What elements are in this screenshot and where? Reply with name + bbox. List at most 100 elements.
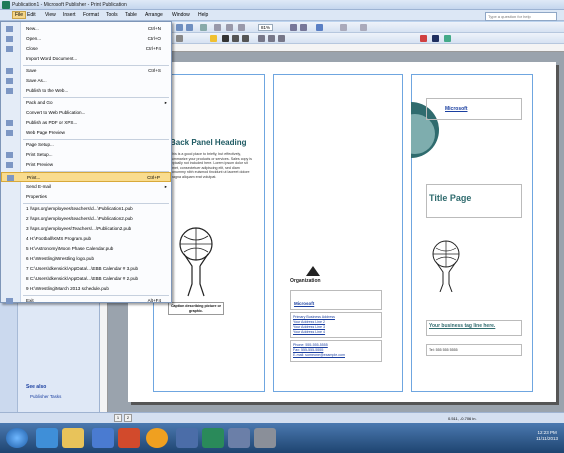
shadow-icon[interactable] [444, 35, 451, 42]
app-icon-1[interactable] [176, 428, 198, 448]
format-icon[interactable] [360, 24, 367, 31]
publisher-app-icon[interactable] [2, 1, 10, 9]
file-menu-item-print[interactable]: Print... Ctrl+P [1, 172, 171, 182]
menu-item-label: Open... [26, 36, 42, 41]
file-menu-item-3-sps-org-employees-teachers-publication[interactable]: 3 \\sps.org\employees\Teachers\...\Publi… [1, 224, 171, 234]
menu-item-label: Properties [26, 194, 47, 199]
menu-help[interactable]: Help [198, 12, 208, 18]
menu-item-label: Publish to the Web... [26, 88, 69, 93]
file-menu-item-new[interactable]: New... Ctrl+N [1, 24, 171, 34]
design-icon[interactable] [340, 24, 347, 31]
file-menu-item-close[interactable]: Close Ctrl+F4 [1, 44, 171, 54]
file-menu-item-4-h-football-kms-program-pub[interactable]: 4 H:\Football\KMS Program.pub [1, 234, 171, 244]
font-box[interactable] [176, 35, 183, 42]
company-name-box-front[interactable]: Microsoft [426, 98, 522, 120]
start-button[interactable] [6, 428, 28, 448]
back-panel-body[interactable]: This is a good place to briefly, but eff… [170, 152, 256, 214]
image-caption[interactable]: Caption describing picture or graphic. [168, 302, 224, 316]
menu-file[interactable]: File [12, 11, 27, 19]
file-menu-item-open[interactable]: Open... Ctrl+O [1, 34, 171, 44]
align-center-icon[interactable] [268, 35, 275, 42]
explorer-icon[interactable] [62, 428, 84, 448]
media-player-icon[interactable] [92, 428, 114, 448]
clock-date: 11/11/2013 [536, 436, 558, 441]
file-menu-item-1-sps-org-employees-teachers-d-publicati[interactable]: 1 \\sps.org\employees\teachers\d...\Publ… [1, 204, 171, 214]
file-menu-item-exit[interactable]: Exit Alt+F4 [1, 296, 171, 306]
front-globe-image[interactable] [428, 238, 464, 292]
menu-window[interactable]: Window [172, 12, 190, 18]
file-menu-item-5-h-astronomy-moon-phase-calendar-pub[interactable]: 5 H:\Astronomy\Moon Phase Calendar.pub [1, 244, 171, 254]
menu-arrange[interactable]: Arrange [145, 12, 163, 18]
organization-name[interactable]: Organization [290, 278, 321, 284]
file-menu-item-9-h-wrestling-march-2013-schedule-pub[interactable]: 9 H:\Wrestling\March 2013 schedule.pub [1, 284, 171, 294]
bold-icon[interactable] [222, 35, 229, 42]
windows-taskbar: 12:23 PM 11/11/2013 [0, 423, 564, 453]
file-menu-item-6-h-wrestling-wrestling-logo-pub[interactable]: 6 H:\Wrestling\Wrestling logo.pub [1, 254, 171, 264]
align-left-icon[interactable] [258, 35, 265, 42]
file-menu-item-publish-to-the-web[interactable]: Publish to the Web... [1, 86, 171, 96]
underline-icon[interactable] [242, 35, 249, 42]
title-page-box[interactable]: Title Page [426, 184, 522, 218]
tel-box[interactable]: Tel: 555 555 5555 [426, 344, 522, 356]
ie-icon[interactable] [36, 428, 58, 448]
file-menu-item-8-c-users-dkensick-appdata-ebb-calendar-[interactable]: 8 C:\Users\dkensick\AppData\...\EBB Cale… [1, 274, 171, 284]
address-box[interactable]: Primary Business Address Your Address Li… [290, 312, 382, 338]
redo-icon[interactable] [186, 24, 193, 31]
publisher-taskbar-icon[interactable] [202, 428, 224, 448]
chrome-icon[interactable] [146, 428, 168, 448]
menu-item-label: Save As... [26, 78, 47, 83]
help-icon[interactable] [316, 24, 323, 31]
app-icon-2[interactable] [228, 428, 250, 448]
publication-page[interactable]: Back Panel Heading This is a good place … [128, 62, 556, 402]
paragraph-icon[interactable] [238, 24, 245, 31]
file-menu-item-properties[interactable]: Properties [1, 192, 171, 202]
file-menu-item-convert-to-web-publication[interactable]: Convert to Web Publication... [1, 108, 171, 118]
file-menu-item-page-setup[interactable]: Page Setup... [1, 140, 171, 150]
menu-table[interactable]: Table [125, 12, 137, 18]
fill-color-icon[interactable] [210, 35, 217, 42]
back-panel-heading[interactable]: Back Panel Heading [170, 138, 246, 147]
file-menu-item-publish-as-pdf-or-xps[interactable]: Publish as PDF or XPS... [1, 118, 171, 128]
file-menu-item-7-c-users-dkensick-appdata-ebb-calendar-[interactable]: 7 C:\Users\dkensick\AppData\...\EBB Cale… [1, 264, 171, 274]
file-menu-item-print-setup[interactable]: Print Setup... [1, 150, 171, 160]
file-menu-item-save-as[interactable]: Save As... [1, 76, 171, 86]
page-tab-1[interactable]: 1 [114, 414, 122, 422]
figure-globe-image[interactable] [170, 224, 222, 298]
file-menu-item-web-page-preview[interactable]: Web Page Preview [1, 128, 171, 138]
app-icon-3[interactable] [254, 428, 276, 448]
zoom-out-icon[interactable] [290, 24, 297, 31]
contact-box[interactable]: Phone: 555-555-5555 Fax: 555-555-5555 E-… [290, 340, 382, 362]
publisher-tasks-link[interactable]: Publisher Tasks [30, 394, 61, 399]
help-question-box[interactable]: Type a question for help [485, 12, 557, 21]
pointer-icon[interactable] [200, 24, 207, 31]
font-color-icon[interactable] [420, 35, 427, 42]
menu-tools[interactable]: Tools [106, 12, 118, 18]
menu-insert[interactable]: Insert [63, 12, 76, 18]
company-name-box[interactable]: Microsoft [290, 290, 382, 310]
file-menu-item-print-preview[interactable]: Print Preview [1, 160, 171, 170]
line-style-icon[interactable] [432, 35, 439, 42]
table-icon[interactable] [226, 24, 233, 31]
menu-item-label: New... [26, 26, 39, 31]
zoom-in-icon[interactable] [300, 24, 307, 31]
system-clock[interactable]: 12:23 PM 11/11/2013 [536, 430, 558, 442]
powerpoint-icon[interactable] [118, 428, 140, 448]
menu-item-label: Send E-mail [26, 184, 52, 189]
menu-item-label: 2 \\sps.org\employees\teachers\d...\Publ… [26, 216, 133, 221]
align-right-icon[interactable] [278, 35, 285, 42]
file-menu-item-pack-and-go[interactable]: Pack and Go ▸ [1, 98, 171, 108]
menu-edit[interactable]: Edit [27, 12, 36, 18]
italic-icon[interactable] [232, 35, 239, 42]
fax-line: Fax: 555-555-5555 [293, 348, 324, 352]
file-menu-item-2-sps-org-employees-teachers-d-publicati[interactable]: 2 \\sps.org\employees\teachers\d...\Publ… [1, 214, 171, 224]
menu-format[interactable]: Format [83, 12, 99, 18]
file-menu-item-import-word-document[interactable]: Import Word Document... [1, 54, 171, 64]
text-box-icon[interactable] [214, 24, 221, 31]
page-tab-2[interactable]: 2 [124, 414, 132, 422]
file-menu-item-save[interactable]: Save Ctrl+S [1, 66, 171, 76]
menu-view[interactable]: View [45, 12, 56, 18]
file-menu-item-send-e-mail[interactable]: Send E-mail ▸ [1, 182, 171, 192]
undo-icon[interactable] [176, 24, 183, 31]
zoom-box[interactable]: 81% [258, 24, 274, 31]
tagline-box[interactable]: Your business tag line here. [426, 320, 522, 336]
